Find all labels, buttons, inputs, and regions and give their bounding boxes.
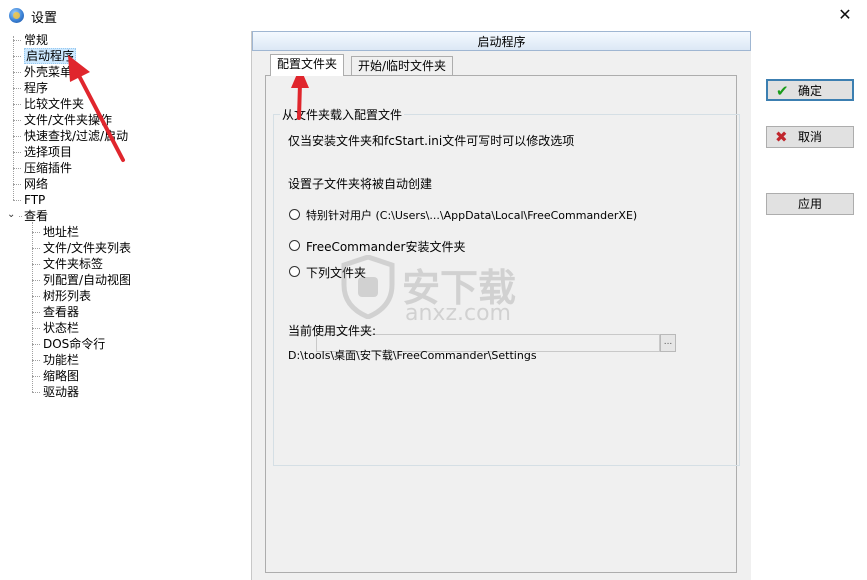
option-user-folder-label[interactable]: 特别针对用户 (C:\Users\...\AppData\Local\FreeC… [306,207,637,223]
tab-start-temp-folder[interactable]: 开始/临时文件夹 [351,56,454,75]
tree-item-label: 缩略图 [43,369,80,383]
tree-item[interactable]: 压缩插件 [24,160,72,176]
tree-connector [32,248,40,249]
tree-item[interactable]: 查看 [24,208,48,224]
tree-item-label: 状态栏 [43,321,80,335]
tree-item[interactable]: 常规 [24,32,48,48]
close-button[interactable]: ✕ [833,4,857,26]
tree-item[interactable]: 列配置/自动视图 [43,272,131,288]
tree-item[interactable]: 选择项目 [24,144,72,160]
apply-button[interactable]: 应用 [766,193,854,215]
expand-toggle-icon[interactable]: ⌄ [7,210,17,220]
tree-item[interactable]: 比较文件夹 [24,96,84,112]
tree-item-label: 网络 [24,177,49,191]
tree-item[interactable]: 文件夹标签 [43,256,103,272]
tree-connector [13,88,21,89]
window-title: 设置 [31,11,58,26]
tree-connector [32,222,33,392]
tree-connector [32,344,40,345]
tree-item[interactable]: 缩略图 [43,368,79,384]
tree-item[interactable]: 功能栏 [43,352,79,368]
tree-connector [13,152,21,153]
title-bar: 设置 ✕ [0,0,867,31]
cancel-button[interactable]: ✖ 取消 [766,126,854,148]
tree-connector [32,232,40,233]
tree-item-label: 选择项目 [24,145,73,159]
tree-connector [13,136,21,137]
tree-item-label: 比较文件夹 [24,97,85,111]
tree-item[interactable]: DOS命令行 [43,336,105,352]
tree-connector [13,56,21,57]
subfolder-note: 设置子文件夹将被自动创建 [288,177,433,191]
tree-item-label: 启动程序 [24,48,77,64]
tree-item-label: 驱动器 [43,385,80,399]
write-permission-note: 仅当安装文件夹和fcStart.ini文件可写时可以修改选项 [288,134,575,148]
tree-item-label: 文件/文件夹操作 [24,113,113,127]
tree-connector [13,184,21,185]
browse-button[interactable]: ... [660,334,676,352]
tree-item-label: 常规 [24,33,49,47]
watermark-subtext: anxz.com [405,301,511,326]
tree-connector [13,120,21,121]
tree-item-label: 程序 [24,81,49,95]
app-icon [9,8,24,23]
panel-header: 启动程序 [252,31,751,51]
tree-connector [13,104,21,105]
tree-item[interactable]: FTP [24,192,45,208]
tree-connector [13,40,21,41]
tree-item[interactable]: 快速查找/过滤/启动 [24,128,128,144]
tree-item-label: 查看 [24,209,49,223]
ok-button-label: 确定 [797,84,822,98]
tree-connector [19,216,22,217]
tree-connector [13,200,21,201]
tree-item-label: FTP [24,193,46,207]
tree-connector [32,376,40,377]
watermark-shield-icon [341,254,395,320]
apply-button-label: 应用 [797,197,822,211]
tree-item[interactable]: 程序 [24,80,48,96]
tree-item-label: 外壳菜单 [24,65,73,79]
tree-item-label: 文件夹标签 [43,257,104,271]
tree-connector [32,328,40,329]
radio-custom-folder[interactable] [289,266,300,277]
tree-connector [32,280,40,281]
tree-item-label: 功能栏 [43,353,80,367]
tree-item-label: 地址栏 [43,225,80,239]
tree-connector [32,312,40,313]
tree-connector [13,36,14,200]
tree-item[interactable]: 驱动器 [43,384,79,400]
tree-item-label: 列配置/自动视图 [43,273,132,287]
tree-item-label: 树形列表 [43,289,92,303]
radio-user-folder[interactable] [289,209,300,220]
settings-tree: 常规 启动程序 外壳菜单程序比较文件夹文件/文件夹操作快速查找/过滤/启动 选择项目压… [0,31,250,580]
tree-connector [32,392,40,393]
tree-item[interactable]: 查看器 [43,304,79,320]
tree-item[interactable]: 启动程序 [24,48,77,64]
tree-item[interactable]: 文件/文件夹操作 [24,112,112,128]
tree-connector [32,360,40,361]
group-title: 从文件夹载入配置文件 [280,106,405,123]
tree-item[interactable]: 文件/文件夹列表 [43,240,131,256]
cancel-button-label: 取消 [797,130,822,144]
tree-item[interactable]: 外壳菜单 [24,64,72,80]
tree-connector [13,168,21,169]
tree-connector [32,296,40,297]
tree-item-label: 文件/文件夹列表 [43,241,132,255]
tree-item-label: DOS命令行 [43,337,106,351]
radio-install-folder[interactable] [289,240,300,251]
tab-config-folder[interactable]: 配置文件夹 [270,54,345,76]
tree-connector [13,72,21,73]
tree-item[interactable]: 状态栏 [43,320,79,336]
tree-item[interactable]: 地址栏 [43,224,79,240]
option-install-folder-label[interactable]: FreeCommander安装文件夹 [306,238,465,255]
tree-item-label: 压缩插件 [24,161,73,175]
tree-item[interactable]: 网络 [24,176,48,192]
tree-item-label: 查看器 [43,305,80,319]
current-folder-path: D:\tools\桌面\安下载\FreeCommander\Settings [288,349,537,362]
tree-connector [32,264,40,265]
tree-item-label: 快速查找/过滤/启动 [24,129,129,143]
watermark: 安下载 anxz.com [340,254,540,330]
tree-item[interactable]: 树形列表 [43,288,91,304]
ok-button[interactable]: ✔ 确定 [766,79,854,101]
